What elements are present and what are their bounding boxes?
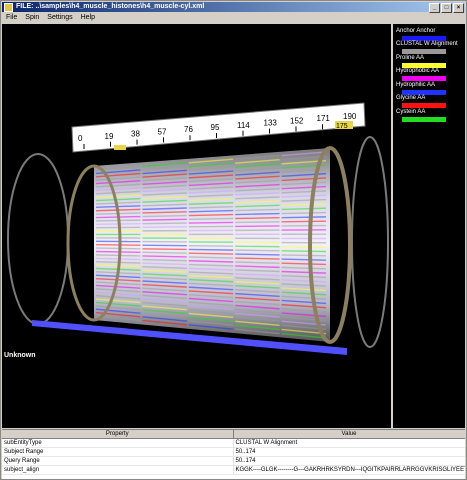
ring-left-outer	[7, 153, 69, 325]
property-value: 50..174	[233, 456, 465, 466]
legend-label: Cystein AA	[396, 109, 426, 115]
alignment-stripe-segment	[142, 214, 187, 218]
legend-label: Glycine AA	[396, 95, 426, 101]
legend-item-clustal: CLUSTAL W Alignment	[396, 41, 464, 54]
table-row[interactable]: subEntityType CLUSTAL W Alignment	[2, 438, 465, 448]
alignment-stripe-segment	[281, 254, 327, 257]
legend-swatch	[402, 76, 446, 81]
ruler-start-marker[interactable]	[114, 145, 126, 150]
ruler-tick-label: 19	[105, 132, 114, 141]
menu-spin[interactable]: Spin	[25, 14, 39, 21]
legend-swatch	[402, 49, 446, 54]
title-bar[interactable]: FILE: ..\samples\h4_muscle_histones\h4_m…	[2, 2, 465, 13]
alignment-stripe-segment	[142, 218, 187, 221]
ruler-tick-label: 95	[211, 123, 220, 132]
alignment-stripe-segment	[235, 249, 280, 252]
property-name: Query Range	[2, 456, 234, 466]
legend-item-anchor: Anchor Anchor	[396, 28, 464, 41]
property-name: subject_align	[2, 465, 234, 475]
legend-swatch	[402, 117, 446, 122]
alignment-stripe-segment	[188, 213, 234, 217]
alignment-stripe-segment	[95, 250, 141, 254]
alignment-stripe-segment	[281, 211, 327, 215]
alignment-stripe-segment	[95, 247, 141, 250]
menu-settings[interactable]: Settings	[47, 14, 72, 21]
legend-item-hydrophilic: Hydrophilic AA	[396, 82, 464, 95]
legend-item-cystein: Cystein AA	[396, 109, 464, 122]
alignment-stripe-segment	[188, 221, 234, 224]
unknown-label: Unknown	[4, 352, 36, 359]
minimize-button[interactable]: _	[429, 3, 440, 13]
menu-help[interactable]: Help	[81, 14, 95, 21]
property-name: Subject Range	[2, 447, 234, 457]
cylinder-3d-viewport[interactable]: 0 19 38 57 76 95 114 133 152 171 190 191 175 Unkno…	[2, 24, 391, 428]
property-value: 50..174	[233, 447, 465, 457]
table-row[interactable]: subject_align KGGK----GLGK--------G---GA…	[2, 465, 465, 475]
alignment-stripe-segment	[142, 248, 187, 251]
property-value: KGGK----GLGK--------G---GAKRHRKSYRDN---I…	[233, 465, 465, 475]
table-row[interactable]: Query Range 50..174	[2, 456, 465, 466]
legend-label: Anchor Anchor	[396, 28, 436, 34]
column-header-value[interactable]: Value	[233, 430, 465, 439]
alignment-stripe-segment	[281, 216, 327, 219]
alignment-stripe-segment	[235, 216, 280, 220]
maximize-button[interactable]: □	[441, 3, 452, 13]
property-value: CLUSTAL W Alignment	[233, 438, 465, 448]
alignment-stripe-segment	[188, 252, 234, 255]
alignment-stripe-segment	[188, 217, 234, 221]
legend-item-hydrophobic: Hydrophobic AA	[396, 68, 464, 81]
ruler-tick-label: 152	[290, 116, 304, 125]
close-button[interactable]: ×	[453, 3, 464, 13]
legend-swatch	[402, 103, 446, 108]
legend-label: Hydrophilic AA	[396, 82, 436, 88]
alignment-stripe-segment	[281, 250, 327, 253]
menu-bar: File Spin Settings Help	[2, 13, 465, 23]
app-icon	[4, 3, 13, 12]
alignment-stripe-segment	[188, 248, 234, 251]
ruler-tick-label: 190	[343, 112, 357, 121]
alignment-stripe-segment	[235, 253, 280, 256]
table-row[interactable]: Subject Range 50..174	[2, 447, 465, 457]
ruler-marker-label: 175	[336, 123, 348, 130]
app-window: FILE: ..\samples\h4_muscle_histones\h4_m…	[0, 0, 467, 480]
ruler-tick-label: 57	[158, 127, 167, 136]
ruler-tick-label: 133	[264, 119, 278, 128]
alignment-stripe-segment	[142, 222, 187, 225]
ruler-tick-label: 114	[237, 121, 250, 130]
ruler-tick-label: 171	[317, 114, 331, 123]
property-name: subEntityType	[2, 438, 234, 448]
legend-label: Proline AA	[396, 55, 425, 61]
alignment-stripe-segment	[235, 212, 280, 216]
legend-item-proline: Proline AA	[396, 55, 464, 68]
ruler-tick-label: 0	[78, 134, 83, 143]
alignment-stripe-segment	[235, 221, 280, 224]
legend-item-glycine: Glycine AA	[396, 95, 464, 108]
ruler-tick-label: 76	[184, 125, 193, 134]
properties-table: Property Value subEntityType CLUSTAL W A…	[2, 429, 465, 479]
ruler-top-tick-label: 191	[349, 88, 364, 98]
window-title: FILE: ..\samples\h4_muscle_histones\h4_m…	[16, 3, 205, 10]
ruler-tick-label: 38	[131, 130, 140, 139]
menu-file[interactable]: File	[6, 14, 17, 21]
column-header-property[interactable]: Property	[2, 430, 234, 439]
properties-header-row: Property Value	[2, 430, 465, 439]
alignment-stripe-segment	[281, 220, 327, 223]
legend-label: CLUSTAL W Alignment	[396, 41, 458, 47]
legend-label: Hydrophobic AA	[396, 68, 440, 74]
ring-right-outer	[351, 136, 389, 348]
alignment-stripe-segment	[142, 251, 187, 254]
legend-panel: Anchor Anchor CLUSTAL W Alignment Prolin…	[393, 24, 465, 428]
cylinder-scene[interactable]: 0 19 38 57 76 95 114 133 152 171 190 191 175	[2, 24, 391, 428]
